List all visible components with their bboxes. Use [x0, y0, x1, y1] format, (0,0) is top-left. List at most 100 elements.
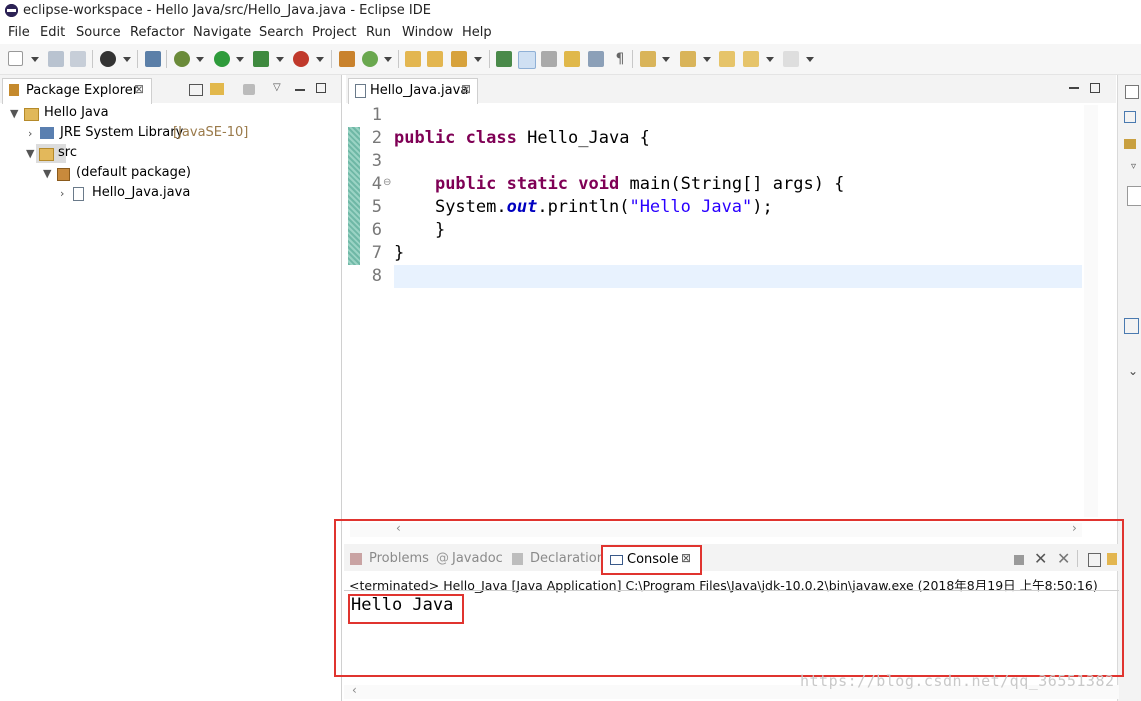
menu-window[interactable]: Window [402, 25, 453, 40]
whitespace-icon[interactable]: ¶ [612, 51, 628, 67]
code-line-7[interactable]: } [394, 243, 404, 263]
line-number: 3 [371, 151, 382, 171]
fold-icon[interactable]: ⊖ [383, 177, 391, 188]
outline-icon[interactable] [1124, 318, 1139, 334]
menu-project[interactable]: Project [312, 25, 356, 40]
external-tools-icon[interactable] [293, 51, 309, 67]
new-dropdown-icon[interactable] [31, 57, 39, 62]
external-tools-dropdown-icon[interactable] [316, 57, 324, 62]
minimize-icon[interactable] [295, 89, 305, 91]
save-icon[interactable] [48, 51, 64, 67]
editor-view: Hello_Java.java ⊠ 1 2 3 4 ⊖ 5 6 7 8 publ… [346, 75, 1116, 537]
view-menu-icon[interactable]: ▽ [273, 82, 281, 93]
run-icon[interactable] [214, 51, 230, 67]
toggle-word-wrap-icon[interactable] [564, 51, 580, 67]
profile-icon[interactable] [100, 51, 116, 67]
collapse-all-icon[interactable] [189, 84, 203, 96]
back-icon[interactable] [743, 51, 759, 67]
code-line-6[interactable]: } [394, 220, 445, 240]
chevron-right-icon[interactable]: › [28, 127, 32, 140]
main-toolbar: ¶ [0, 44, 1141, 75]
new-icon[interactable] [8, 51, 23, 66]
link-with-editor-icon[interactable] [210, 83, 224, 95]
tree-item-jre[interactable]: › JRE System Library [JavaSE-10] [0, 124, 341, 144]
previous-annotation-icon[interactable] [680, 51, 696, 67]
last-edit-icon[interactable] [719, 51, 735, 67]
maximize-icon[interactable] [1090, 83, 1100, 93]
current-line-highlight [394, 265, 1082, 288]
annotation-icon[interactable] [496, 51, 512, 67]
vertical-scrollbar[interactable] [1084, 105, 1098, 517]
package-icon [57, 168, 70, 181]
line-number: 7 [371, 243, 382, 263]
menu-search[interactable]: Search [259, 25, 304, 40]
block-selection-icon[interactable] [541, 51, 557, 67]
chevron-down-icon[interactable]: ▼ [43, 167, 51, 180]
tab-hello-java[interactable]: Hello_Java.java ⊠ [348, 78, 478, 104]
close-icon[interactable]: ⊠ [134, 82, 144, 96]
save-all-icon[interactable] [70, 51, 86, 67]
line-number: 1 [371, 105, 382, 125]
maximize-icon[interactable] [316, 83, 326, 93]
back-dropdown-icon[interactable] [766, 57, 774, 62]
java-file-label: Hello_Java.java [92, 185, 191, 200]
chevron-right-icon[interactable]: › [60, 187, 64, 200]
debug-icon[interactable] [174, 51, 190, 67]
project-icon [24, 108, 39, 121]
forward-icon[interactable] [783, 51, 799, 67]
code-line-2[interactable]: public class Hello_Java { [394, 128, 650, 148]
search-tool-icon[interactable] [451, 51, 467, 67]
profile-dropdown-icon[interactable] [123, 57, 131, 62]
find-input-stub[interactable] [1127, 186, 1141, 206]
chevron-down-icon[interactable]: ▼ [26, 147, 34, 160]
line-number: 6 [371, 220, 382, 240]
outline-panel-icon[interactable] [1125, 85, 1139, 99]
search-dropdown-icon[interactable] [474, 57, 482, 62]
eclipse-logo-icon [5, 4, 18, 17]
focus-icon[interactable] [243, 84, 255, 95]
menu-navigate[interactable]: Navigate [193, 25, 251, 40]
show-source-icon[interactable] [588, 51, 604, 67]
open-type-icon[interactable] [405, 51, 421, 67]
new-java-class-icon[interactable] [362, 51, 378, 67]
menu-file[interactable]: File [8, 25, 30, 40]
menu-help[interactable]: Help [462, 25, 492, 40]
tree-item-src[interactable]: ▼ src [0, 144, 341, 164]
menu-refactor[interactable]: Refactor [130, 25, 185, 40]
chevron-down-icon[interactable]: ▿ [1131, 161, 1136, 172]
close-icon[interactable]: ⊠ [461, 82, 471, 96]
open-folder-icon[interactable] [427, 51, 443, 67]
chevron-down-icon[interactable]: ▼ [10, 107, 18, 120]
coverage-icon[interactable] [253, 51, 269, 67]
java-file-icon [73, 187, 84, 201]
tree-item-project[interactable]: ▼ Hello Java [0, 104, 341, 124]
debug-dropdown-icon[interactable] [196, 57, 204, 62]
scroll-left-icon[interactable]: ‹ [352, 683, 357, 697]
menu-edit[interactable]: Edit [40, 25, 65, 40]
package-label: (default package) [76, 165, 191, 180]
code-line-5[interactable]: System.out.println("Hello Java"); [394, 197, 773, 217]
menu-source[interactable]: Source [76, 25, 121, 40]
tab-package-explorer[interactable]: Package Explorer ⊠ [2, 78, 152, 104]
tree-item-default-package[interactable]: ▼ (default package) [0, 164, 341, 184]
connect-icon[interactable] [1124, 139, 1136, 149]
task-list-icon[interactable] [1124, 111, 1136, 123]
skip-breakpoints-icon[interactable] [145, 51, 161, 67]
tree-item-java-file[interactable]: › Hello_Java.java [0, 184, 341, 204]
minimize-icon[interactable] [1069, 87, 1079, 89]
coverage-dropdown-icon[interactable] [276, 57, 284, 62]
menu-run[interactable]: Run [366, 25, 391, 40]
title-bar: eclipse-workspace - Hello Java/src/Hello… [0, 0, 1141, 22]
previous-annotation-dropdown-icon[interactable] [703, 57, 711, 62]
highlight-occurrences-icon[interactable] [518, 51, 536, 69]
run-dropdown-icon[interactable] [236, 57, 244, 62]
new-class-dropdown-icon[interactable] [384, 57, 392, 62]
code-line-4[interactable]: public static void main(String[] args) { [394, 174, 844, 194]
package-explorer-icon [9, 84, 19, 96]
project-label: Hello Java [44, 105, 109, 120]
next-annotation-icon[interactable] [640, 51, 656, 67]
next-annotation-dropdown-icon[interactable] [662, 57, 670, 62]
chevron-down-icon[interactable]: ⌄ [1128, 364, 1138, 378]
forward-dropdown-icon[interactable] [806, 57, 814, 62]
new-java-project-icon[interactable] [339, 51, 355, 67]
